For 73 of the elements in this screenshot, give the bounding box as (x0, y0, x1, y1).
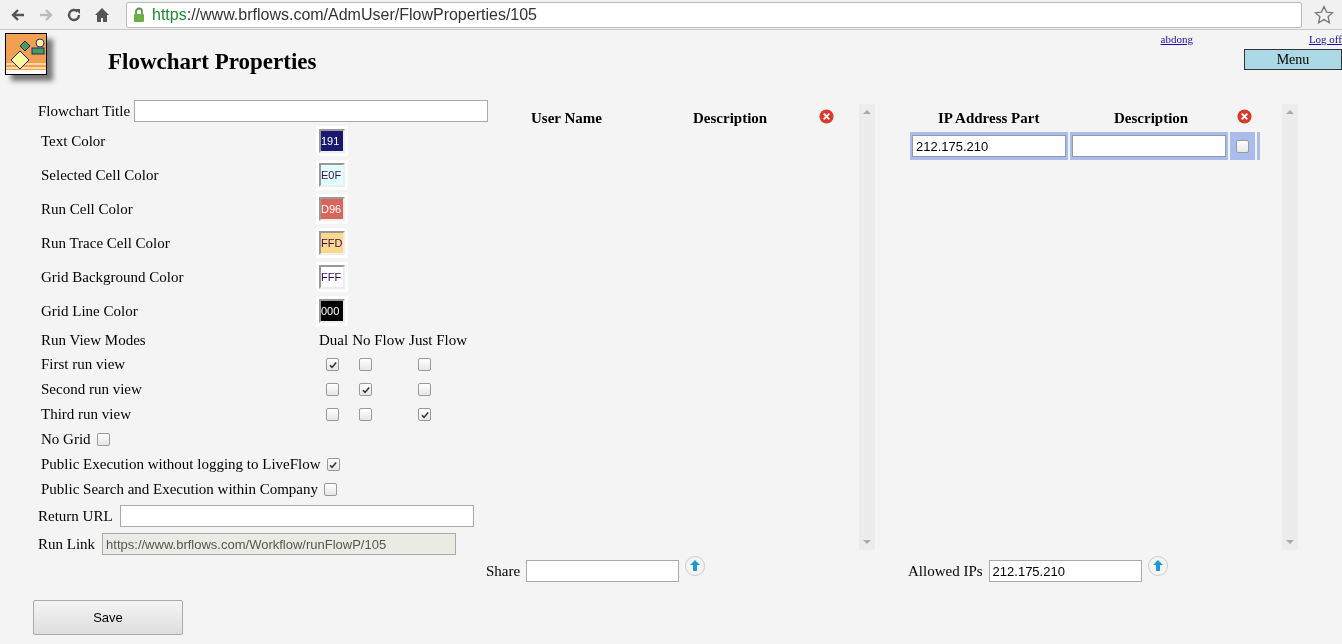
column-header: Dual (319, 331, 349, 349)
checkbox[interactable] (359, 358, 372, 371)
row-label: Third run view (41, 406, 132, 423)
color-field[interactable]: E0F (319, 163, 345, 187)
scroll-down-icon[interactable] (1286, 539, 1294, 545)
upload-icon[interactable] (685, 556, 706, 576)
ip-field[interactable]: 212.175.210 (912, 135, 1066, 157)
field-label: Run View Modes (41, 331, 147, 349)
run-link-field[interactable]: https://www.brflows.com/Workflow/runFlowP/105 (102, 533, 457, 555)
column-header: No Flow (352, 331, 406, 349)
title-field[interactable] (134, 100, 489, 122)
checkbox[interactable] (418, 383, 431, 396)
color-field[interactable]: 191 (319, 129, 345, 153)
allowed-ips-field[interactable]: 212.175.210 (988, 560, 1142, 582)
lock-icon (133, 6, 145, 23)
checkbox[interactable] (326, 408, 339, 421)
page-title: Flowchart Properties (108, 49, 317, 75)
field-label: Run Cell Color (41, 200, 134, 218)
checkbox[interactable] (326, 358, 339, 371)
color-field[interactable]: 000 (319, 299, 345, 323)
field-label: Grid Background Color (41, 268, 185, 286)
save-button[interactable]: Save (33, 600, 183, 635)
upload-icon[interactable] (1147, 556, 1168, 576)
address-field[interactable]: https://www.brflows.com/AdmUser/FlowProperties/105 (126, 1, 1302, 28)
column-header: User Name (531, 109, 603, 127)
field-label: Allowed IPs (908, 562, 983, 580)
scrollbar[interactable] (859, 104, 875, 550)
checkbox[interactable] (96, 433, 110, 446)
star-icon[interactable] (1314, 4, 1334, 25)
field-label: Run Trace Cell Color (41, 234, 171, 252)
description-field[interactable] (1072, 135, 1226, 157)
column-header: IP Address Part (938, 109, 1041, 127)
scrollbar[interactable] (1282, 104, 1298, 550)
color-field[interactable]: D96 (319, 197, 345, 221)
scroll-up-icon[interactable] (1286, 109, 1294, 115)
checkbox[interactable] (1236, 139, 1249, 153)
column-header: Description (693, 109, 769, 127)
field-label: Grid Line Color (41, 302, 139, 320)
delete-icon[interactable] (819, 108, 834, 124)
home-icon[interactable] (94, 6, 110, 23)
menu-button[interactable]: Menu (1244, 49, 1342, 70)
option-label: Public Execution without logging to LiveFlow (41, 456, 321, 473)
column-header: Description (1114, 109, 1190, 127)
user-link[interactable]: abdong (1160, 33, 1193, 45)
field-label: Return URL (38, 507, 113, 525)
column-header: Just Flow (409, 331, 468, 349)
option-label: Public Search and Execution within Company (41, 481, 319, 498)
return-url-field[interactable] (119, 505, 474, 527)
scroll-down-icon[interactable] (863, 539, 871, 545)
field-label: Text Color (41, 132, 107, 150)
field-label: Selected Cell Color (41, 166, 160, 184)
checkbox[interactable] (359, 408, 372, 421)
color-field[interactable]: FFF (319, 265, 345, 289)
option-label: No Grid (41, 431, 91, 448)
checkbox[interactable] (326, 458, 340, 471)
flowchart-logo-icon (5, 33, 47, 75)
checkbox[interactable] (326, 383, 339, 396)
row-label: Second run view (41, 381, 143, 398)
checkbox[interactable] (324, 483, 338, 496)
field-label: Share (486, 562, 521, 580)
checkbox[interactable] (418, 358, 431, 371)
checkbox[interactable] (418, 408, 431, 421)
field-label: Run Link (38, 535, 96, 553)
back-arrow-icon[interactable] (10, 6, 26, 23)
color-field[interactable]: FFD (319, 231, 345, 255)
field-label: Flowchart Title (38, 102, 131, 120)
scroll-up-icon[interactable] (863, 109, 871, 115)
row-label: First run view (41, 356, 127, 373)
checkbox[interactable] (359, 383, 372, 396)
logoff-link[interactable]: Log off (1308, 33, 1342, 45)
share-field[interactable] (526, 560, 680, 582)
reload-icon[interactable] (66, 6, 82, 23)
delete-icon[interactable] (1237, 108, 1252, 124)
